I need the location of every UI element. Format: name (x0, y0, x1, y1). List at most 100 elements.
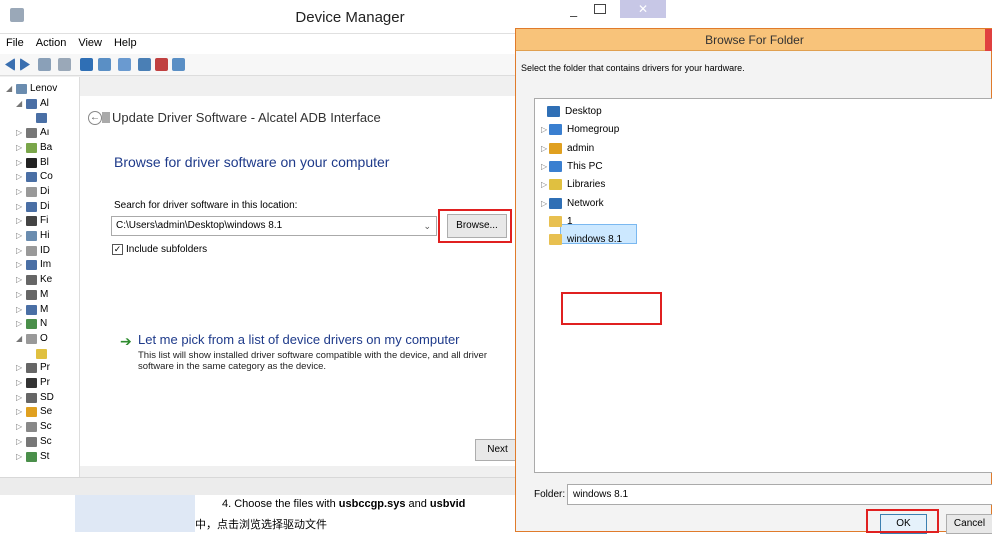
scan-hardware-icon[interactable] (118, 58, 131, 71)
properties-icon[interactable] (58, 58, 71, 71)
enable-device-icon[interactable] (172, 58, 185, 71)
browse-folder-close-button[interactable] (985, 29, 992, 51)
collapse-arrow-icon[interactable]: ◢ (16, 334, 22, 343)
expand-arrow-icon[interactable]: ▷ (16, 246, 22, 255)
device-category-icon (26, 186, 37, 197)
expand-arrow-icon[interactable]: ▷ (16, 407, 22, 416)
show-hide-tree-icon[interactable] (38, 58, 51, 71)
folder-item-label: windows 8.1 (567, 234, 623, 246)
view-icon[interactable] (98, 58, 111, 71)
expand-arrow-icon[interactable]: ▷ (16, 143, 22, 152)
device-tree-item-label: Im (40, 259, 52, 271)
expand-arrow-icon[interactable]: ▷ (16, 187, 22, 196)
expand-arrow-icon[interactable]: ▷ (16, 260, 22, 269)
folder-item-label: Libraries (567, 179, 606, 191)
browse-for-folder-dialog: Browse For Folder Select the folder that… (515, 28, 992, 534)
device-category-icon (26, 407, 37, 418)
expand-arrow-icon[interactable]: ▷ (16, 128, 22, 137)
expand-arrow-icon[interactable]: ▷ (16, 305, 22, 314)
caption-text-a: 4. Choose the files with (222, 498, 339, 510)
expand-arrow-icon[interactable]: ▷ (16, 202, 22, 211)
cancel-button[interactable]: Cancel (946, 514, 992, 534)
expand-arrow-icon[interactable]: ▷ (541, 125, 547, 134)
expand-arrow-icon[interactable]: ▷ (16, 378, 22, 387)
device-category-icon (26, 363, 37, 374)
device-category-icon (26, 128, 37, 139)
device-category-icon (26, 275, 37, 286)
folder-input[interactable]: windows 8.1 (567, 484, 992, 505)
menu-help[interactable]: Help (108, 34, 143, 49)
browse-folder-title: Browse For Folder (705, 33, 804, 47)
expand-arrow-icon[interactable]: ▷ (16, 363, 22, 372)
update-driver-icon[interactable] (138, 58, 151, 71)
device-category-icon (26, 451, 37, 462)
device-tree-item-label: ID (40, 244, 50, 256)
expand-arrow-icon[interactable]: ▷ (16, 422, 22, 431)
pick-from-list-link[interactable]: Let me pick from a list of device driver… (138, 332, 460, 347)
chevron-down-icon[interactable]: ⌄ (423, 221, 431, 232)
device-tree-item-label: Di (40, 200, 50, 212)
device-manager-minimize-button[interactable]: – (570, 8, 577, 23)
caption-line-2: 中，点击浏览选择驱动文件 (195, 519, 327, 531)
device-tree-item-label: Co (40, 171, 53, 183)
collapse-arrow-icon[interactable]: ◢ (16, 99, 22, 108)
green-arrow-icon: ➔ (120, 333, 132, 349)
uninstall-device-icon[interactable] (155, 58, 168, 71)
folder-icon (549, 160, 562, 172)
forward-arrow-icon[interactable] (20, 58, 30, 71)
folder-icon (549, 179, 562, 191)
browse-heading: Browse for driver software on your compu… (114, 154, 390, 170)
expand-arrow-icon[interactable]: ▷ (16, 231, 22, 240)
device-tree-item-label: Lenov (30, 83, 58, 94)
expand-arrow-icon[interactable]: ▷ (16, 319, 22, 328)
expand-arrow-icon[interactable]: ▷ (16, 437, 22, 446)
update-driver-dialog: ← Update Driver Software - Alcatel ADB I… (80, 96, 520, 466)
menu-view[interactable]: View (72, 34, 108, 49)
expand-arrow-icon[interactable]: ▷ (16, 452, 22, 461)
folder-label: Folder: (534, 489, 566, 500)
device-category-icon (26, 378, 37, 388)
driver-path-input[interactable]: C:\Users\admin\Desktop\windows 8.1 ⌄ (111, 216, 437, 236)
menu-file[interactable]: File (0, 34, 30, 49)
expand-arrow-icon[interactable]: ▷ (16, 275, 22, 284)
device-tree-item-label: Fi (40, 215, 49, 227)
expand-arrow-icon[interactable]: ▷ (541, 199, 547, 208)
folder-item-label: Network (567, 197, 604, 209)
include-subfolders-label: Include subfolders (126, 244, 208, 255)
device-category-icon (26, 201, 37, 212)
include-subfolders-checkbox[interactable]: ✓ (112, 244, 123, 255)
device-category-icon (36, 348, 47, 359)
expand-arrow-icon[interactable]: ▷ (16, 216, 22, 225)
device-category-icon (26, 245, 37, 256)
device-category-icon (26, 304, 37, 315)
collapse-arrow-icon[interactable]: ◢ (6, 84, 12, 93)
device-category-icon (26, 422, 37, 433)
device-tree-item-label: Ba (40, 141, 53, 153)
help-icon[interactable] (80, 58, 93, 71)
expand-arrow-icon[interactable]: ▷ (16, 172, 22, 181)
menu-action[interactable]: Action (30, 34, 73, 49)
device-manager-maximize-button[interactable] (594, 4, 606, 14)
device-category-icon (16, 84, 27, 94)
device-tree-item-label: St (40, 450, 50, 462)
back-arrow-icon[interactable] (5, 58, 15, 71)
device-tree-item-label: Hi (40, 230, 50, 241)
folder-icon (549, 142, 562, 154)
caption-file-usbvid: usbvid (429, 498, 466, 510)
expand-arrow-icon[interactable]: ▷ (16, 158, 22, 167)
device-category-icon (26, 260, 37, 271)
back-button[interactable]: ← (88, 111, 102, 125)
device-tree-item-label: Aı (40, 127, 50, 139)
expand-arrow-icon[interactable]: ▷ (541, 162, 547, 171)
device-tree-item-label: M (40, 288, 49, 300)
folder-icon (549, 124, 562, 136)
device-tree-item-label: SD (40, 391, 54, 403)
expand-arrow-icon[interactable]: ▷ (16, 290, 22, 299)
expand-arrow-icon[interactable]: ▷ (16, 393, 22, 402)
device-manager-close-button[interactable]: ✕ (620, 0, 666, 18)
device-tree-item-label: Pr (40, 362, 50, 374)
next-button[interactable]: Next (475, 439, 520, 461)
expand-arrow-icon[interactable]: ▷ (541, 180, 547, 189)
folder-item-label: admin (567, 142, 595, 154)
expand-arrow-icon[interactable]: ▷ (541, 144, 547, 153)
